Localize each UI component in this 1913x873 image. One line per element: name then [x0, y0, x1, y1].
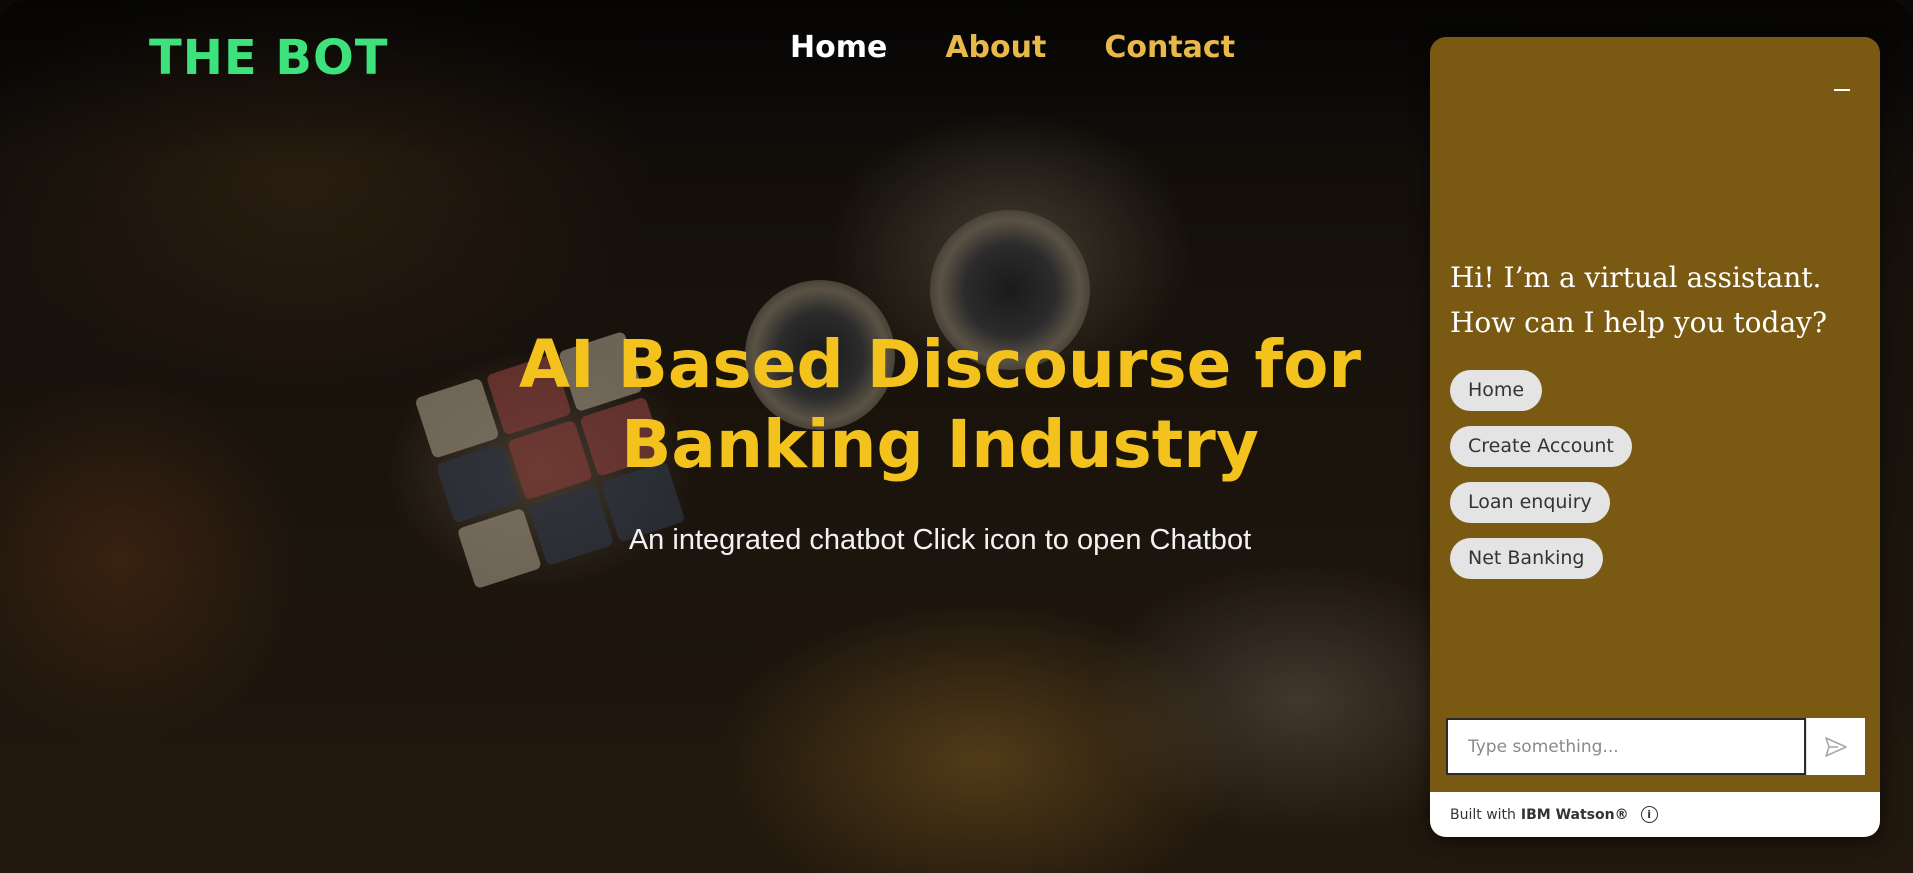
chat-message-input[interactable] [1466, 735, 1786, 758]
chat-input-container [1446, 718, 1806, 775]
hero-subtitle: An integrated chatbot Click icon to open… [628, 524, 1252, 556]
chat-input-row [1446, 718, 1865, 775]
hero-title-line2: Banking Industry [621, 406, 1259, 483]
nav-contact[interactable]: Contact [1104, 30, 1235, 65]
quick-reply-options: Home Create Account Loan enquiry Net Ban… [1450, 370, 1632, 579]
option-home[interactable]: Home [1450, 370, 1543, 411]
footer-brand: IBM Watson® [1520, 806, 1629, 823]
send-button[interactable] [1806, 718, 1865, 775]
option-create-account[interactable]: Create Account [1450, 426, 1632, 467]
option-loan-enquiry[interactable]: Loan enquiry [1450, 482, 1610, 523]
send-icon [1825, 736, 1847, 757]
minimize-icon[interactable] [1834, 89, 1850, 91]
hero-title-line1: AI Based Discourse for [518, 326, 1362, 403]
footer-prefix: Built with [1450, 806, 1516, 823]
info-icon[interactable]: i [1640, 806, 1658, 823]
chat-footer: Built with IBM Watson® i [1430, 792, 1880, 837]
chat-greeting: Hi! I’m a virtual assistant. How can I h… [1450, 261, 1827, 339]
option-net-banking[interactable]: Net Banking [1450, 538, 1603, 579]
chatbot-panel: Hi! I’m a virtual assistant. How can I h… [1430, 37, 1880, 837]
hero-title: AI Based Discourse for Banking Industry [440, 325, 1440, 485]
nav-about[interactable]: About [945, 30, 1046, 65]
nav-home[interactable]: Home [790, 30, 887, 65]
main-nav: Home About Contact [790, 30, 1235, 65]
site-logo[interactable]: THE BOT [149, 30, 389, 86]
